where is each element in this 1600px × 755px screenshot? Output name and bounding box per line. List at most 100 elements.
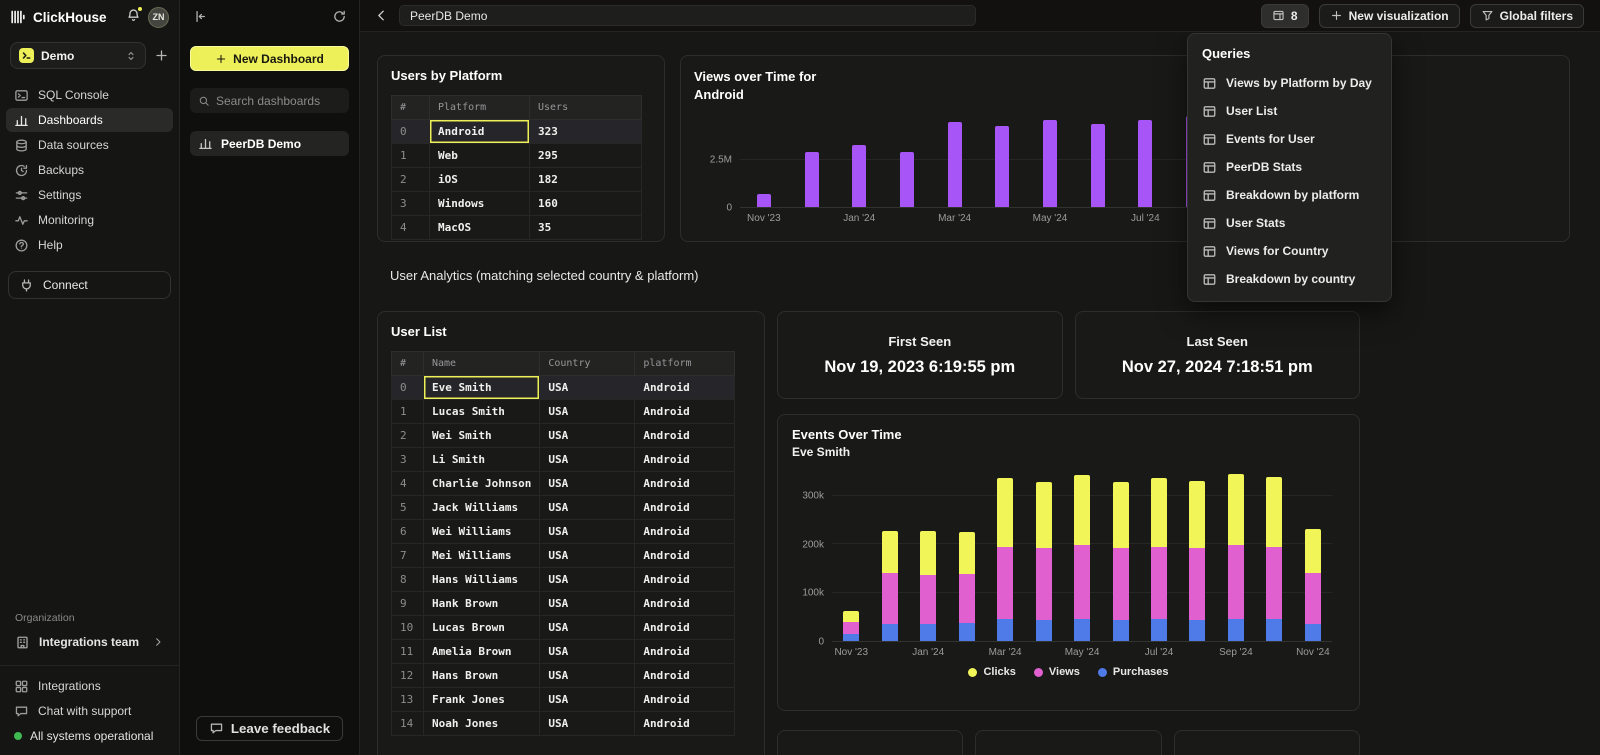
service-selector[interactable]: Demo	[10, 42, 146, 69]
table-cell[interactable]: Android	[635, 568, 735, 592]
table-cell[interactable]: Android	[635, 520, 735, 544]
table-cell[interactable]: 3	[392, 448, 424, 472]
table-cell[interactable]: 4	[392, 472, 424, 496]
table-cell[interactable]: Web	[430, 144, 530, 168]
new-dashboard-button[interactable]: New Dashboard	[190, 46, 349, 71]
table-cell[interactable]: 2	[392, 424, 424, 448]
table-cell[interactable]: 0	[392, 376, 424, 400]
search-input[interactable]	[216, 94, 326, 108]
query-item[interactable]: PeerDB Stats	[1188, 153, 1391, 181]
legend-item-clicks[interactable]: Clicks	[968, 666, 1015, 678]
table-cell[interactable]: Android	[635, 688, 735, 712]
table-cell[interactable]: USA	[540, 592, 635, 616]
table-cell[interactable]: 9	[392, 592, 424, 616]
table-cell[interactable]: 11	[392, 640, 424, 664]
table-cell[interactable]: 160	[530, 192, 642, 216]
table-cell[interactable]: Android	[635, 592, 735, 616]
table-cell[interactable]: USA	[540, 688, 635, 712]
table-cell[interactable]: 182	[530, 168, 642, 192]
collapse-panel-icon[interactable]	[192, 9, 207, 24]
table-cell[interactable]: Android	[430, 120, 530, 144]
table-cell[interactable]: Android	[635, 376, 735, 400]
query-item[interactable]: Breakdown by platform	[1188, 181, 1391, 209]
table-cell[interactable]: 295	[530, 144, 642, 168]
table-cell[interactable]: 323	[530, 120, 642, 144]
query-item[interactable]: User Stats	[1188, 209, 1391, 237]
add-service-button[interactable]	[154, 48, 169, 63]
table-cell[interactable]: USA	[540, 544, 635, 568]
table-cell[interactable]: USA	[540, 664, 635, 688]
table-cell[interactable]: Mei Williams	[424, 544, 540, 568]
global-filters-button[interactable]: Global filters	[1470, 4, 1584, 28]
system-status[interactable]: All systems operational	[0, 723, 179, 755]
table-cell[interactable]: Noah Jones	[424, 712, 540, 736]
query-item[interactable]: User List	[1188, 97, 1391, 125]
table-cell[interactable]: MacOS	[430, 216, 530, 240]
table-cell[interactable]: 5	[392, 496, 424, 520]
table-cell[interactable]: 14	[392, 712, 424, 736]
table-cell[interactable]: USA	[540, 400, 635, 424]
table-cell[interactable]: 1	[392, 400, 424, 424]
table-cell[interactable]: 4	[392, 216, 430, 240]
legend-item-purchases[interactable]: Purchases	[1098, 666, 1169, 678]
table-cell[interactable]: USA	[540, 472, 635, 496]
table-cell[interactable]: 0	[392, 120, 430, 144]
sidebar-item-sql-console[interactable]: SQL Console	[6, 83, 173, 107]
table-cell[interactable]: Android	[635, 640, 735, 664]
query-item[interactable]: Breakdown by country	[1188, 265, 1391, 293]
table-cell[interactable]: Android	[635, 424, 735, 448]
table-cell[interactable]: USA	[540, 376, 635, 400]
table-cell[interactable]: 35	[530, 216, 642, 240]
table-cell[interactable]: Android	[635, 544, 735, 568]
sidebar-item-dashboards[interactable]: Dashboards	[6, 108, 173, 132]
table-cell[interactable]: USA	[540, 448, 635, 472]
query-item[interactable]: Views for Country	[1188, 237, 1391, 265]
leave-feedback-button[interactable]: Leave feedback	[196, 716, 343, 741]
back-icon[interactable]	[374, 8, 389, 23]
table-cell[interactable]: USA	[540, 616, 635, 640]
table-cell[interactable]: Amelia Brown	[424, 640, 540, 664]
table-cell[interactable]: Wei Smith	[424, 424, 540, 448]
legend-item-views[interactable]: Views	[1034, 666, 1080, 678]
table-cell[interactable]: Eve Smith	[424, 376, 540, 400]
table-cell[interactable]: Li Smith	[424, 448, 540, 472]
sidebar-item-chat-with-support[interactable]: Chat with support	[6, 699, 173, 723]
table-cell[interactable]: USA	[540, 424, 635, 448]
table-cell[interactable]: Android	[635, 448, 735, 472]
dashboard-list-item[interactable]: PeerDB Demo	[190, 131, 349, 156]
refresh-icon[interactable]	[332, 9, 347, 24]
table-cell[interactable]: iOS	[430, 168, 530, 192]
table-cell[interactable]: Android	[635, 400, 735, 424]
table-cell[interactable]: 1	[392, 144, 430, 168]
table-cell[interactable]: Android	[635, 664, 735, 688]
queries-count-button[interactable]: 8	[1261, 4, 1309, 28]
sidebar-item-monitoring[interactable]: Monitoring	[6, 208, 173, 232]
sidebar-item-settings[interactable]: Settings	[6, 183, 173, 207]
sidebar-item-integrations[interactable]: Integrations	[6, 674, 173, 698]
table-cell[interactable]: Lucas Brown	[424, 616, 540, 640]
sidebar-item-data-sources[interactable]: Data sources	[6, 133, 173, 157]
table-cell[interactable]: Frank Jones	[424, 688, 540, 712]
new-visualization-button[interactable]: New visualization	[1319, 4, 1460, 28]
table-cell[interactable]: 3	[392, 192, 430, 216]
table-cell[interactable]: Windows	[430, 192, 530, 216]
table-cell[interactable]: 7	[392, 544, 424, 568]
table-cell[interactable]: 2	[392, 168, 430, 192]
sidebar-item-backups[interactable]: Backups	[6, 158, 173, 182]
table-cell[interactable]: Lucas Smith	[424, 400, 540, 424]
table-cell[interactable]: USA	[540, 568, 635, 592]
sidebar-item-integrations-team[interactable]: Integrations team	[6, 629, 173, 655]
query-item[interactable]: Views by Platform by Day	[1188, 69, 1391, 97]
table-cell[interactable]: Jack Williams	[424, 496, 540, 520]
table-cell[interactable]: 12	[392, 664, 424, 688]
query-item[interactable]: Events for User	[1188, 125, 1391, 153]
table-cell[interactable]: USA	[540, 520, 635, 544]
table-cell[interactable]: 13	[392, 688, 424, 712]
table-cell[interactable]: 8	[392, 568, 424, 592]
table-cell[interactable]: Android	[635, 472, 735, 496]
dashboard-title-input[interactable]	[399, 5, 976, 26]
table-cell[interactable]: USA	[540, 712, 635, 736]
table-cell[interactable]: USA	[540, 640, 635, 664]
table-cell[interactable]: Hans Williams	[424, 568, 540, 592]
sidebar-item-help[interactable]: Help	[6, 233, 173, 257]
